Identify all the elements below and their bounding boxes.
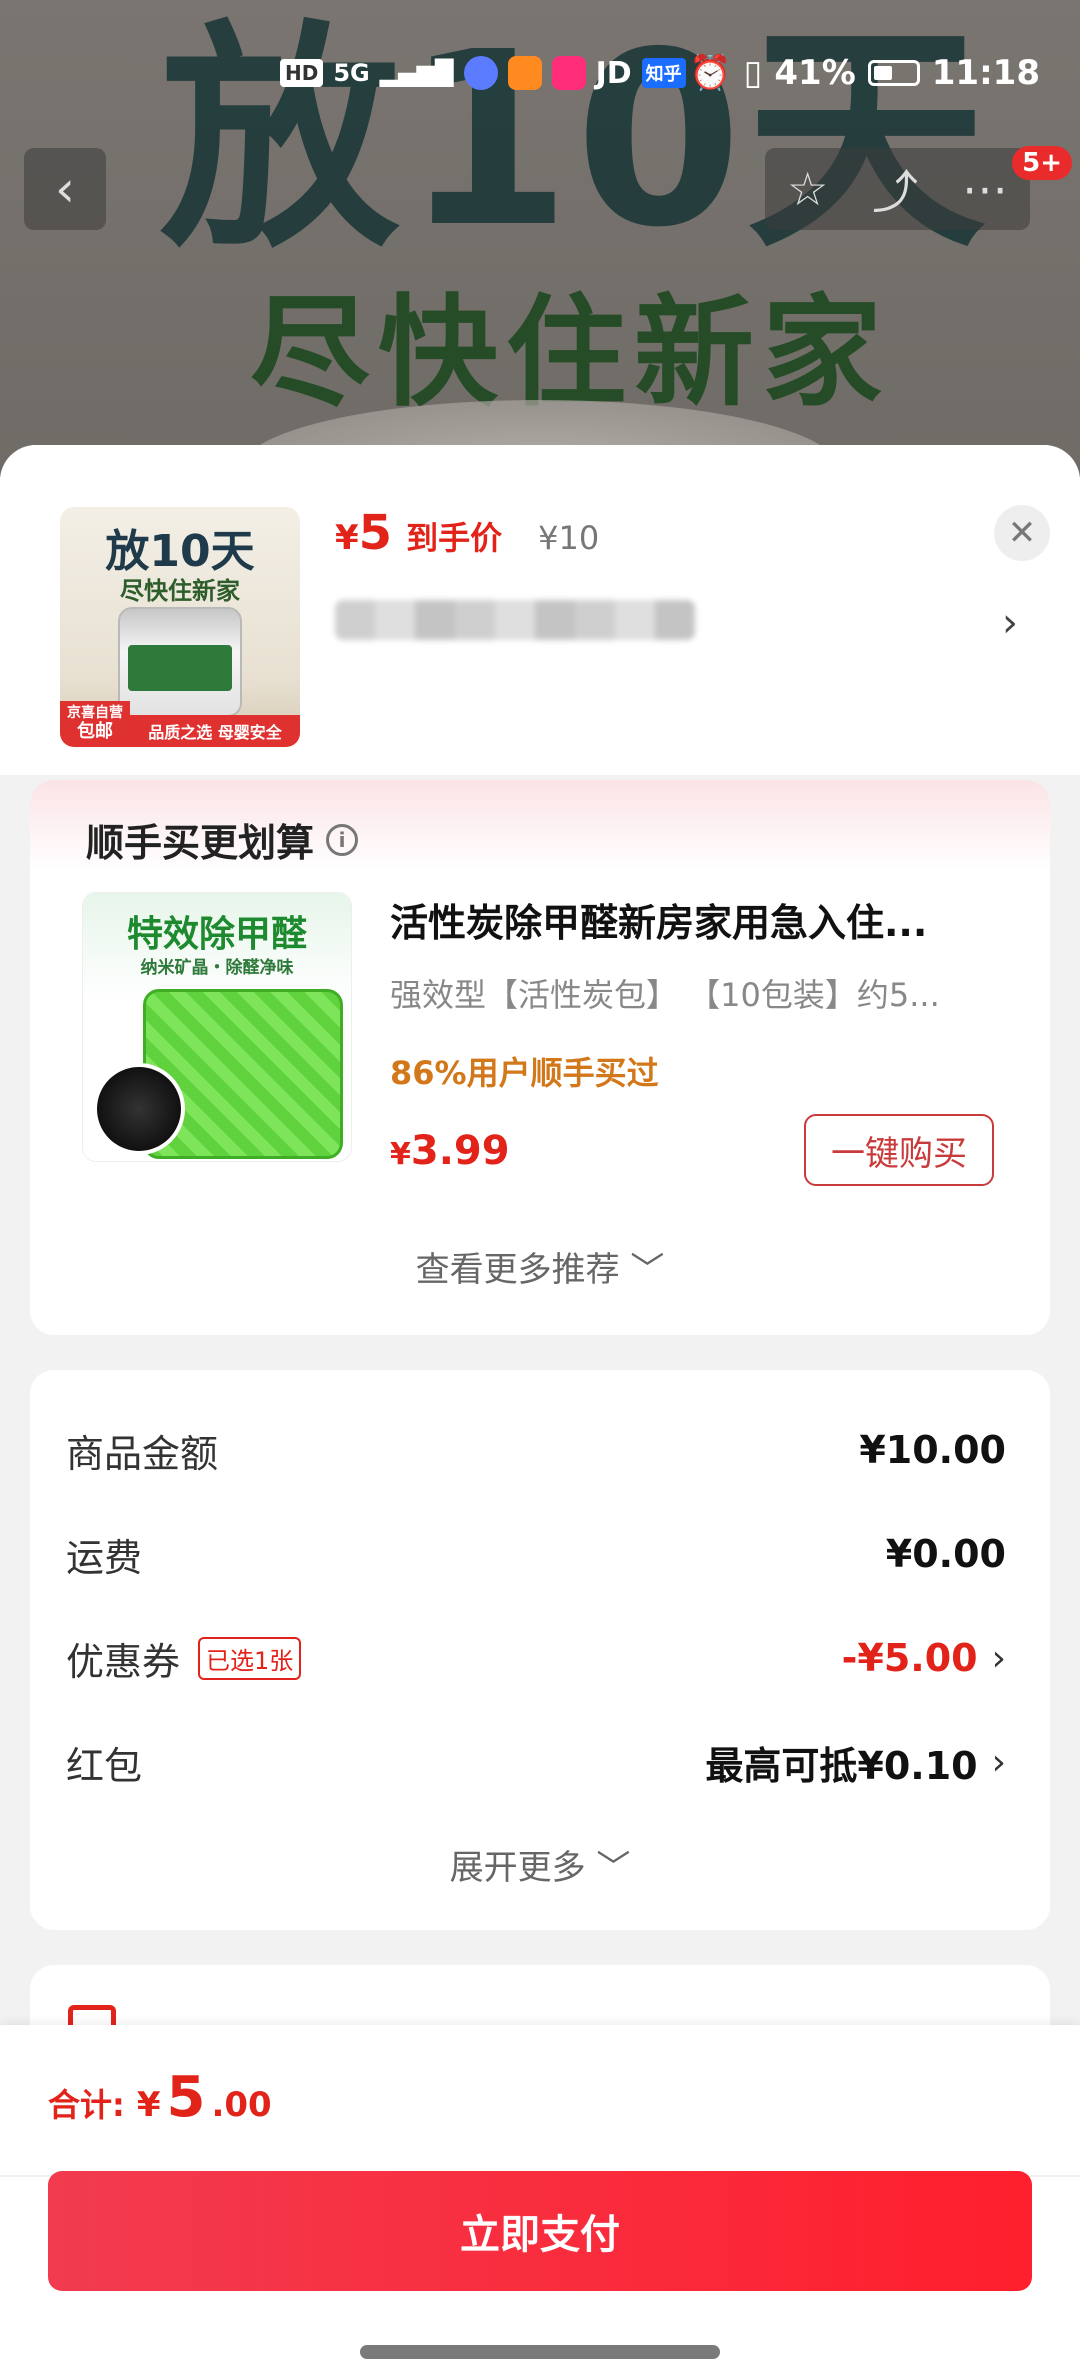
info-icon[interactable]: i [326,823,359,856]
video-app-icon [551,56,586,90]
total-currency: ¥ [136,2085,161,2125]
total-label: 合计: [48,2086,125,2124]
close-button[interactable]: ✕ [994,505,1050,561]
self-operated-text: 京喜自营 [67,705,123,722]
close-icon: ✕ [1007,513,1037,553]
recommended-price-currency: ¥ [390,1137,411,1172]
red-packet-value: 最高可抵¥0.10 [705,1743,978,1788]
recommended-product-spec[interactable]: 强效型【活性炭包】 【10包装】约5... [390,970,1010,1016]
total-integer: 5 [166,2065,206,2130]
coupon-selected-tag: 已选1张 [198,1636,302,1680]
coupon-value: -¥5.00 [841,1636,978,1680]
quality-tag: 品质之选 母婴安全 [130,715,300,747]
price-value: 5 [358,505,393,561]
chevron-left-icon: ‹ [55,160,75,218]
product-jar-image [118,607,242,717]
sheet-header: 放10天 尽快住新家 京喜自营 包邮 品质之选 母婴安全 ¥5 到手价 ¥10 … [0,445,1080,775]
zhihu-app-icon: 知乎 [641,58,686,88]
red-packet-label: 红包 [66,1743,143,1788]
recommended-product-image[interactable]: 特效除甲醛 纳米矿晶・除醛净味 [82,892,352,1162]
checkout-sheet: 放10天 尽快住新家 京喜自营 包邮 品质之选 母婴安全 ¥5 到手价 ¥10 … [0,445,1080,2376]
final-price: ¥5 [335,505,392,561]
self-operated-tag: 京喜自营 包邮 [60,701,130,747]
price-row: ¥5 到手价 ¥10 [335,505,599,561]
browser-app-icon [463,56,498,90]
vibrate-icon: ▯ [743,53,763,93]
share-icon[interactable]: ⤴ [872,156,918,222]
recommended-product-name[interactable]: 活性炭除甲醛新房家用急入住... [390,892,1000,947]
more-icon[interactable]: ⋯ [962,162,1008,216]
recommendation-title: 顺手买更划算 i [86,812,359,867]
chevron-right-icon[interactable]: › [1002,600,1018,646]
jd-app-icon: JD [595,55,632,91]
original-price: ¥10 [538,519,600,557]
total-decimal: .00 [211,2085,272,2125]
summary-row-redpacket[interactable]: 红包 最高可抵¥0.10 › [66,1732,1006,1792]
goods-amount-label: 商品金额 [66,1431,219,1476]
chevron-right-icon: › [991,1741,1006,1783]
social-proof-text: 86%用户顺手买过 [390,1054,659,1092]
address-blurred[interactable] [335,600,695,640]
free-shipping-text: 包邮 [77,720,113,742]
order-summary-card: 商品金额 ¥10.00 运费 ¥0.00 优惠券 已选1张 -¥5.00 › 红… [30,1370,1050,1930]
image-subtitle: 纳米矿晶・除醛净味 [140,958,294,978]
back-button[interactable]: ‹ [24,148,106,230]
product-thumbnail[interactable]: 放10天 尽快住新家 京喜自营 包邮 品质之选 母婴安全 [60,507,300,747]
alarm-icon: ⏰ [689,53,732,93]
message-badge: 5+ [1012,146,1072,180]
battery-percent: 41% [774,53,856,93]
image-title: 特效除甲醛 [126,914,307,955]
goods-amount-value: ¥10.00 [859,1428,1006,1472]
charcoal-detail-image [93,1063,185,1155]
recommended-price-value: 3.99 [410,1128,510,1174]
jar-label [128,645,232,691]
coupon-label-group: 优惠券 已选1张 [66,1631,302,1686]
shipping-value: ¥0.00 [885,1532,1006,1576]
battery-icon [867,60,920,86]
summary-row-shipping: 运费 ¥0.00 [66,1524,1006,1584]
shop-app-icon [507,56,542,90]
clock: 11:18 [931,53,1040,93]
coupon-label: 优惠券 [66,1639,181,1684]
chevron-right-icon: › [991,1637,1006,1679]
recommended-price: ¥3.99 [390,1128,510,1174]
price-currency: ¥ [335,518,359,558]
coupon-value-group: -¥5.00 › [842,1636,1006,1680]
recommendation-card: 顺手买更划算 i 特效除甲醛 纳米矿晶・除醛净味 活性炭除甲醛新房家用急入住..… [30,780,1050,1335]
final-price-label: 到手价 [406,519,503,557]
favorite-star-icon[interactable]: ☆ [787,162,828,216]
expand-more-link[interactable]: 展开更多 ﹀ [30,1840,1050,1889]
red-packet-value-group: 最高可抵¥0.10 › [705,1735,1006,1790]
summary-row-coupon[interactable]: 优惠券 已选1张 -¥5.00 › [66,1628,1006,1688]
pay-now-button[interactable]: 立即支付 [48,2171,1032,2291]
shipping-label: 运费 [66,1535,143,1580]
more-recommendations-link[interactable]: 查看更多推荐 ﹀ [30,1242,1050,1291]
summary-row-goods: 商品金额 ¥10.00 [66,1420,1006,1480]
home-indicator[interactable] [360,2345,720,2359]
thumbnail-title: 放10天 [105,526,255,577]
network-label: 5G [333,59,370,87]
status-right: ⏰ ▯ 41% 11:18 [689,53,1040,93]
status-bar: HD 5G ▂▄▆█ JD 知乎 ·· ⏰ ▯ 41% 11:18 [0,48,1080,98]
hd-icon: HD [280,59,324,87]
thumbnail-subtitle: 尽快住新家 [120,577,240,605]
top-action-group: ☆ ⤴ ⋯ [765,148,1030,230]
recommendation-title-text: 顺手买更划算 [86,821,315,865]
total-amount: 合计: ¥ 5 .00 [48,2065,272,2130]
signal-icon: ▂▄▆█ [379,59,454,87]
status-left: HD 5G ▂▄▆█ JD 知乎 ·· [280,56,714,91]
one-click-buy-button[interactable]: 一键购买 [804,1114,994,1186]
